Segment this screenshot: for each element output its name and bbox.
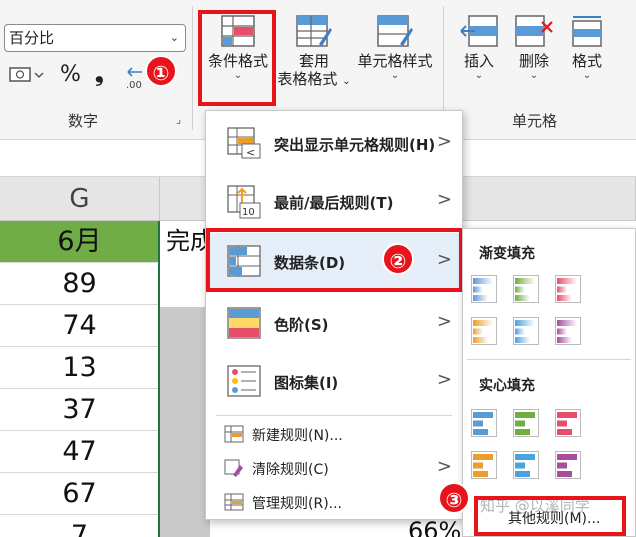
format-as-table-label-1: 套用	[298, 52, 329, 70]
menu-item-label: 图标集(I)	[274, 374, 339, 392]
chevron-down-icon: ⌄	[390, 70, 400, 81]
clear-rules-icon	[224, 459, 243, 477]
icon-sets-icon	[227, 365, 261, 397]
table-cell[interactable]: 37	[0, 389, 160, 431]
format-as-table-icon	[296, 15, 332, 47]
step-badge-1: ①	[145, 55, 177, 87]
solid-bar-lightblue[interactable]	[513, 451, 539, 479]
gradient-bar-lightblue[interactable]	[513, 317, 539, 345]
menu-item-label: 最前/最后规则(T)	[274, 194, 394, 212]
delete-cells-button[interactable]: 删除 ⌄	[508, 14, 560, 82]
svg-text:<: <	[246, 146, 255, 159]
gradient-bar-purple[interactable]	[555, 317, 581, 345]
column-header-g[interactable]: G	[0, 177, 160, 221]
solid-bar-purple[interactable]	[555, 451, 581, 479]
table-cell[interactable]: 13	[0, 347, 160, 389]
chevron-right-icon: >	[436, 311, 452, 332]
percent-symbol: %	[60, 62, 81, 87]
percent-style-button[interactable]: %	[60, 62, 81, 96]
table-cell[interactable]: 89	[0, 263, 160, 305]
gradient-bar-red[interactable]	[555, 275, 581, 303]
chevron-right-icon: >	[436, 369, 452, 390]
color-scales-icon	[227, 307, 261, 339]
number-format-select[interactable]: 百分比 ⌄	[4, 24, 186, 52]
group-divider	[192, 6, 193, 130]
top-bottom-icon: 10	[227, 185, 261, 219]
gradient-fill-heading: 渐变填充	[479, 246, 535, 262]
step-badge-2: ②	[382, 243, 414, 275]
highlight-box-2	[206, 228, 463, 292]
delete-label: 删除	[518, 52, 549, 70]
cell-percent-value[interactable]: 66%	[408, 517, 461, 537]
gradient-bar-green[interactable]	[513, 275, 539, 303]
menu-item-label: 管理规则(R)...	[252, 496, 343, 512]
delete-cells-icon	[515, 15, 553, 47]
solid-bar-orange[interactable]	[471, 451, 497, 479]
menu-item-label: 新建规则(N)...	[252, 428, 343, 444]
menu-item-clear-rules[interactable]: 清除规则(C) >	[206, 451, 462, 485]
chevron-right-icon: >	[436, 456, 452, 477]
svg-text:10: 10	[242, 207, 255, 218]
cell-styles-label: 单元格样式	[357, 52, 433, 70]
comma-symbol: ❟	[95, 62, 104, 87]
format-label: 格式	[571, 52, 602, 70]
number-group-label: 数字	[68, 112, 99, 130]
solid-fill-heading: 实心填充	[479, 378, 535, 394]
submenu-divider	[467, 359, 631, 360]
menu-item-new-rule[interactable]: 新建规则(N)...	[206, 417, 462, 451]
step-badge-3: ③	[438, 482, 470, 514]
format-cells-button[interactable]: 格式 ⌄	[562, 14, 612, 82]
number-format-value: 百分比	[9, 29, 55, 47]
cell-styles-button[interactable]: 单元格样式 ⌄	[354, 14, 436, 82]
menu-item-highlight-rules[interactable]: < 突出显示单元格规则(H) >	[206, 115, 462, 173]
gradient-bar-blue[interactable]	[471, 275, 497, 303]
chevron-down-icon: ⌄	[474, 70, 484, 81]
insert-cells-button[interactable]: 插入 ⌄	[452, 14, 506, 82]
table-cell[interactable]: 74	[0, 305, 160, 347]
menu-item-manage-rules[interactable]: 管理规则(R)...	[206, 485, 462, 519]
menu-item-color-scales[interactable]: 色阶(S) >	[206, 295, 462, 353]
format-as-table-button[interactable]: 套用 表格格式 ⌄	[276, 14, 352, 91]
dialog-launcher-icon[interactable]: ⌟	[176, 113, 181, 126]
gradient-bar-orange[interactable]	[471, 317, 497, 345]
format-cells-icon	[572, 16, 602, 47]
selection-border	[158, 221, 160, 537]
chevron-down-icon: ⌄	[529, 70, 539, 81]
table-cell[interactable]: 47	[0, 431, 160, 473]
format-as-table-label-2: 表格格式 ⌄	[277, 70, 351, 88]
comma-style-button[interactable]: ❟	[95, 62, 104, 96]
menu-item-label: 清除规则(C)	[252, 462, 329, 478]
svg-text:.00: .00	[126, 80, 142, 90]
solid-bar-blue[interactable]	[471, 409, 497, 437]
cell-g-header[interactable]: 6月	[0, 221, 160, 263]
highlight-cells-icon: <	[227, 127, 261, 159]
conditional-format-menu: < 突出显示单元格规则(H) > 10 最前/最后规则(T) > 数据条(D) …	[205, 110, 463, 520]
menu-item-label: 色阶(S)	[274, 316, 329, 334]
manage-rules-icon	[224, 493, 244, 511]
table-cell[interactable]: 7	[0, 515, 160, 537]
menu-item-top-bottom-rules[interactable]: 10 最前/最后规则(T) >	[206, 173, 462, 231]
insert-label: 插入	[463, 52, 494, 70]
new-rule-icon	[224, 425, 244, 443]
chevron-right-icon: >	[436, 189, 452, 210]
highlight-box-1	[198, 10, 276, 106]
chevron-right-icon: >	[436, 131, 452, 152]
table-cell[interactable]: 67	[0, 473, 160, 515]
menu-item-icon-sets[interactable]: 图标集(I) >	[206, 353, 462, 411]
data-bars-submenu: 渐变填充 实心填充	[462, 228, 636, 537]
menu-divider	[216, 415, 452, 416]
cell-styles-icon	[377, 15, 413, 47]
cells-group-label: 单元格	[512, 112, 558, 130]
accounting-format-button[interactable]	[8, 60, 44, 94]
solid-bar-green[interactable]	[513, 409, 539, 437]
chevron-down-icon: ⌄	[169, 31, 179, 44]
menu-item-label: 突出显示单元格规则(H)	[274, 136, 436, 154]
chevron-down-icon: ⌄	[582, 70, 592, 81]
accounting-icon	[9, 67, 44, 82]
insert-cells-icon	[460, 15, 498, 47]
selected-range[interactable]	[160, 307, 210, 537]
solid-bar-red[interactable]	[555, 409, 581, 437]
highlight-box-3	[474, 496, 626, 536]
